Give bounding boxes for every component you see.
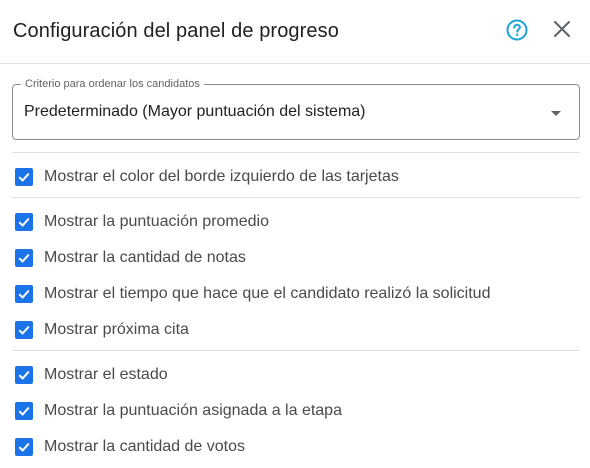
checkbox-checked-icon[interactable] <box>15 249 33 267</box>
option-label: Mostrar el tiempo que hace que el candid… <box>44 285 491 302</box>
option-label: Mostrar la puntuación promedio <box>44 213 270 230</box>
option-votes-count[interactable]: Mostrar la cantidad de votos <box>15 436 245 458</box>
help-button[interactable] <box>505 18 529 42</box>
dialog-header: Configuración del panel de progreso <box>0 0 590 64</box>
option-label: Mostrar la cantidad de votos <box>44 438 245 455</box>
progress-panel-settings-dialog: Configuración del panel de progreso Crit… <box>0 0 590 468</box>
checkbox-checked-icon[interactable] <box>15 321 33 339</box>
checkbox-checked-icon[interactable] <box>15 285 33 303</box>
help-circle-icon <box>506 19 528 41</box>
option-stage-score[interactable]: Mostrar la puntuación asignada a la etap… <box>15 400 342 422</box>
option-label: Mostrar la puntuación asignada a la etap… <box>44 402 342 419</box>
dropdown-arrow-icon <box>551 111 561 116</box>
checkbox-checked-icon[interactable] <box>15 213 33 231</box>
sort-criteria-label: Criterio para ordenar los candidatos <box>21 77 204 91</box>
sort-criteria-value: Predeterminado (Mayor puntuación del sis… <box>24 103 366 120</box>
option-border-color[interactable]: Mostrar el color del borde izquierdo de … <box>15 166 399 188</box>
option-label: Mostrar el color del borde izquierdo de … <box>44 168 399 185</box>
dialog-title: Configuración del panel de progreso <box>13 20 339 42</box>
checkbox-checked-icon[interactable] <box>15 366 33 384</box>
option-label: Mostrar el estado <box>44 366 168 383</box>
checkbox-checked-icon[interactable] <box>15 168 33 186</box>
section-divider <box>12 197 580 198</box>
close-icon <box>554 21 570 37</box>
section-divider <box>12 152 580 153</box>
section-divider <box>12 350 580 351</box>
sort-criteria-select[interactable]: Criterio para ordenar los candidatos Pre… <box>12 77 580 140</box>
option-label: Mostrar la cantidad de notas <box>44 249 246 266</box>
option-status[interactable]: Mostrar el estado <box>15 364 168 386</box>
option-label: Mostrar próxima cita <box>44 321 189 338</box>
option-average-score[interactable]: Mostrar la puntuación promedio <box>15 211 269 233</box>
option-next-appointment[interactable]: Mostrar próxima cita <box>15 319 189 341</box>
checkbox-checked-icon[interactable] <box>15 438 33 456</box>
close-button[interactable] <box>551 18 573 40</box>
option-notes-count[interactable]: Mostrar la cantidad de notas <box>15 247 246 269</box>
option-application-time[interactable]: Mostrar el tiempo que hace que el candid… <box>15 283 490 305</box>
checkbox-checked-icon[interactable] <box>15 402 33 420</box>
